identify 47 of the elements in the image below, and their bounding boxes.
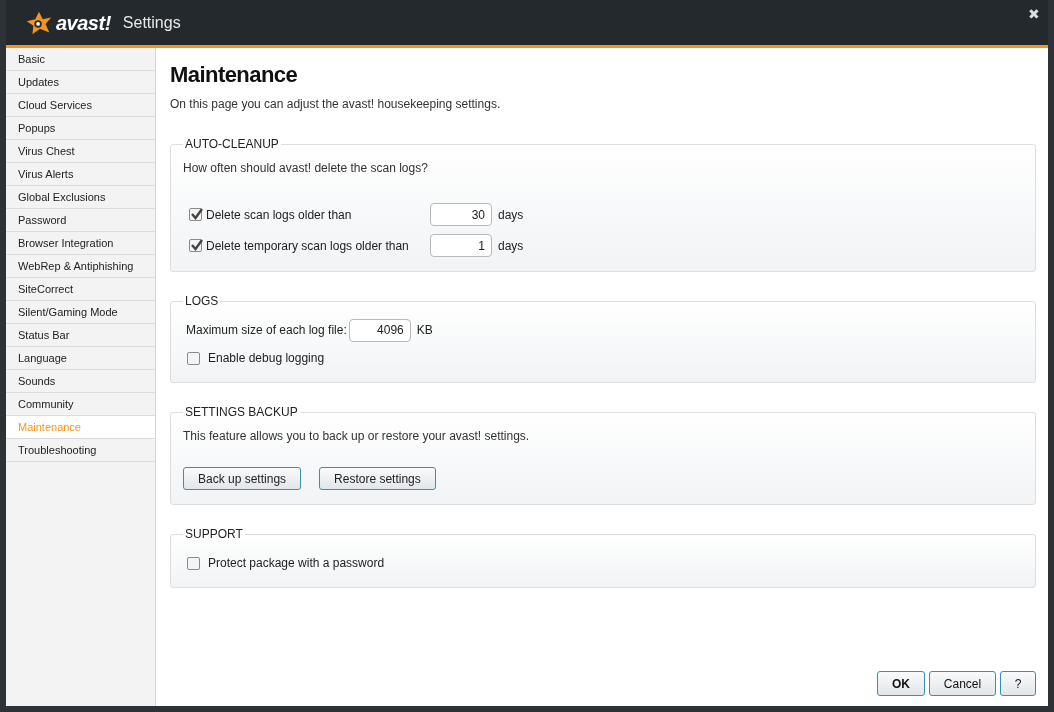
- checkbox[interactable]: [187, 556, 200, 570]
- sidebar-item[interactable]: Virus Alerts: [6, 163, 155, 186]
- group-title: LOGS: [184, 293, 220, 310]
- sidebar-item[interactable]: WebRep & Antiphishing: [6, 255, 155, 278]
- page-title: Maintenance: [170, 61, 299, 89]
- dialog-button[interactable]: Cancel: [929, 671, 996, 696]
- option-label: Delete temporary scan logs older than: [206, 237, 410, 255]
- sidebar-item[interactable]: Status Bar: [6, 324, 155, 347]
- sidebar-item[interactable]: Popups: [6, 117, 155, 140]
- group-title: AUTO-CLEANUP: [184, 136, 280, 153]
- sidebar-item[interactable]: Cloud Services: [6, 94, 155, 117]
- dialog-button[interactable]: OK: [877, 671, 925, 696]
- sidebar-item[interactable]: Updates: [6, 71, 155, 94]
- option-label: Enable debug logging: [208, 350, 325, 367]
- logo-wordmark: avast!: [56, 10, 111, 36]
- option-label: Delete scan logs older than: [206, 206, 353, 224]
- checked-checkbox[interactable]: [189, 208, 202, 221]
- section-note: How often should avast! delete the scan logs?: [183, 160, 429, 177]
- number-field[interactable]: 30: [430, 203, 492, 226]
- sidebar-item[interactable]: Password: [6, 209, 155, 232]
- sidebar-item[interactable]: Basic: [6, 48, 155, 71]
- sidebar-item[interactable]: Global Exclusions: [6, 186, 155, 209]
- sidebar-item[interactable]: Silent/Gaming Mode: [6, 301, 155, 324]
- dialog-button[interactable]: ?: [1000, 671, 1036, 696]
- group-title: SUPPORT: [184, 526, 244, 543]
- checked-checkbox[interactable]: [189, 239, 202, 252]
- option-label: Protect package with a password: [208, 555, 385, 572]
- action-button[interactable]: Restore settings: [319, 467, 436, 490]
- group-title: SETTINGS BACKUP: [184, 404, 299, 421]
- unit-label: days: [498, 206, 524, 224]
- close-button[interactable]: ✖: [1028, 4, 1040, 25]
- option-label: Maximum size of each log file:: [186, 322, 347, 339]
- sidebar-item[interactable]: Virus Chest: [6, 140, 155, 163]
- action-button[interactable]: Back up settings: [183, 467, 302, 490]
- sidebar-item[interactable]: Browser Integration: [6, 232, 155, 255]
- checkbox[interactable]: [187, 351, 200, 365]
- sidebar-item[interactable]: Language: [6, 347, 155, 370]
- page-description: On this page you can adjust the avast! housekeeping settings.: [170, 96, 502, 113]
- number-field[interactable]: 4096: [348, 318, 411, 342]
- window-title: Settings: [122, 12, 181, 33]
- sidebar-item[interactable]: Troubleshooting: [6, 439, 155, 462]
- unit-label: KB: [416, 322, 433, 339]
- sidebar-item[interactable]: Sounds: [6, 370, 155, 393]
- section-note: This feature allows you to back up or restore your avast! settings.: [183, 428, 531, 445]
- sidebar-item[interactable]: SiteCorrect: [6, 278, 155, 301]
- number-field[interactable]: 1: [430, 234, 492, 257]
- unit-label: days: [498, 237, 524, 255]
